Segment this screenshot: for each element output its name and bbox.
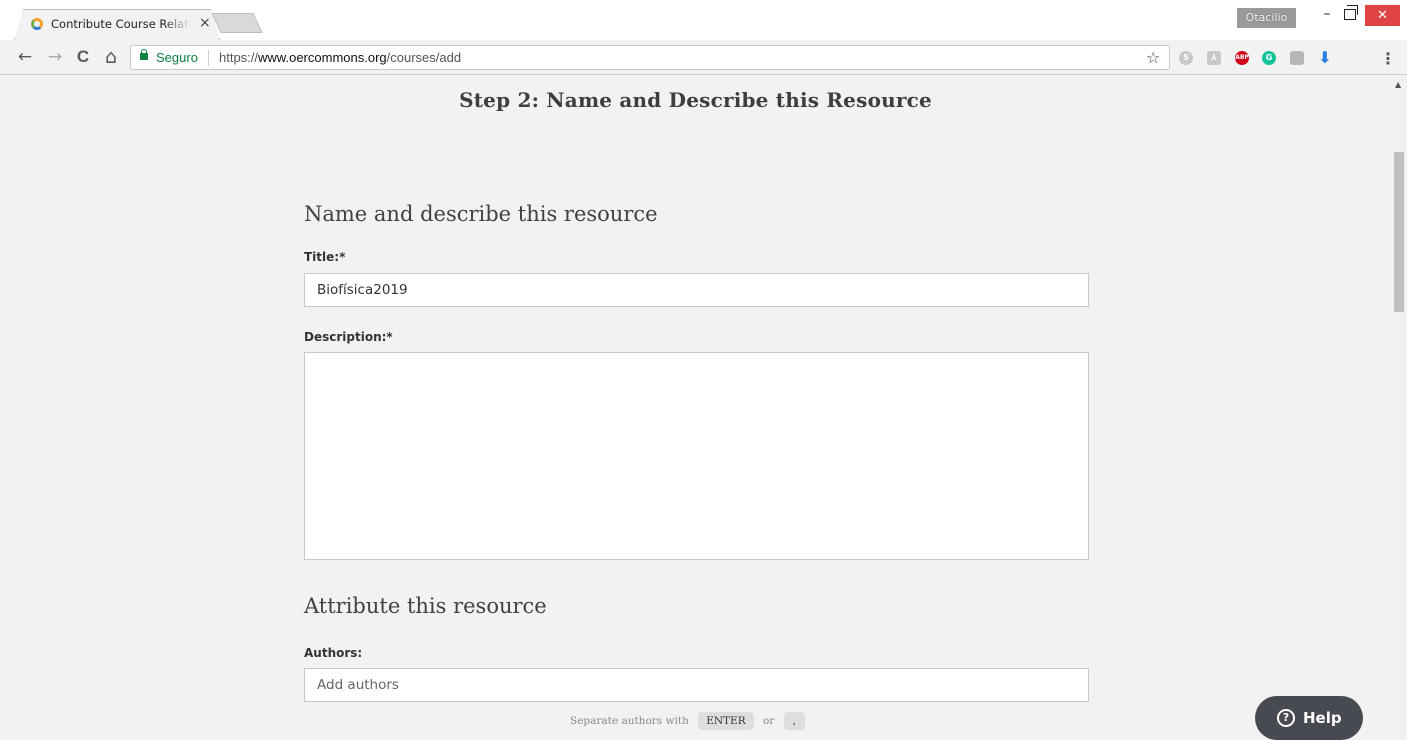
browser-titlebar: Contribute Course Related × Otacilio – ✕: [0, 0, 1407, 40]
section-heading-describe: Name and describe this resource: [304, 202, 658, 226]
minimize-icon[interactable]: –: [1318, 6, 1336, 26]
bookmark-star-icon[interactable]: ☆: [1146, 48, 1160, 67]
extension-icon[interactable]: [1290, 51, 1304, 65]
oer-favicon-icon: [31, 18, 43, 30]
url-host: www.oercommons.org: [258, 50, 387, 65]
skype-icon[interactable]: S: [1179, 51, 1193, 65]
url-scheme: https://: [219, 50, 259, 65]
back-icon[interactable]: ←: [16, 48, 34, 66]
address-bar[interactable]: Seguro https://www.oercommons.org/course…: [130, 45, 1170, 70]
close-window-icon[interactable]: ✕: [1365, 5, 1400, 26]
title-label: Title:*: [304, 250, 346, 264]
description-label: Description:*: [304, 330, 393, 344]
url-path: /courses/add: [386, 50, 462, 65]
new-tab-button[interactable]: [211, 13, 263, 33]
pdf-icon[interactable]: ⅄: [1207, 51, 1221, 65]
grammarly-icon[interactable]: G: [1262, 51, 1276, 65]
comma-key-badge: ,: [783, 712, 805, 730]
adblock-icon[interactable]: ABP: [1235, 51, 1249, 65]
forward-icon[interactable]: →: [46, 48, 64, 66]
download-icon[interactable]: ⬇: [1318, 50, 1332, 66]
hint-or: or: [762, 715, 775, 727]
enter-key-badge: ENTER: [698, 712, 754, 730]
scroll-up-icon[interactable]: ▲: [1395, 80, 1401, 89]
authors-hint: Separate authors with ENTER or ,: [570, 712, 811, 730]
tab-close-icon[interactable]: ×: [199, 15, 211, 31]
description-textarea[interactable]: [304, 352, 1089, 560]
page-content: Step 2: Name and Describe this Resource …: [0, 76, 1391, 740]
restore-icon[interactable]: [1344, 5, 1358, 20]
browser-menu-icon[interactable]: ⋮: [1380, 49, 1396, 68]
security-label: Seguro: [156, 50, 198, 65]
help-label: Help: [1303, 709, 1342, 727]
authors-label: Authors:: [304, 646, 363, 660]
tab-title: Contribute Course Related: [51, 17, 191, 31]
title-input[interactable]: Biofísica2019: [304, 273, 1089, 307]
profile-button[interactable]: Otacilio: [1237, 8, 1296, 28]
browser-tab[interactable]: Contribute Course Related ×: [14, 9, 220, 40]
question-icon: ?: [1277, 709, 1295, 727]
url-text[interactable]: https://www.oercommons.org/courses/add: [219, 50, 461, 65]
hint-text: Separate authors with: [570, 715, 689, 727]
step-title: Step 2: Name and Describe this Resource: [459, 88, 932, 112]
section-heading-attribute: Attribute this resource: [304, 594, 547, 618]
help-button[interactable]: ? Help: [1255, 696, 1363, 740]
page-scrollbar[interactable]: ▲: [1391, 76, 1407, 740]
home-icon[interactable]: ⌂: [102, 48, 120, 67]
browser-toolbar: ← → C ⌂ Seguro https://www.oercommons.or…: [0, 40, 1407, 75]
scroll-thumb[interactable]: [1394, 152, 1404, 312]
lock-icon: [140, 49, 148, 60]
omnibox-divider: [208, 50, 209, 66]
reload-icon[interactable]: C: [74, 48, 92, 66]
authors-input[interactable]: Add authors: [304, 668, 1089, 702]
